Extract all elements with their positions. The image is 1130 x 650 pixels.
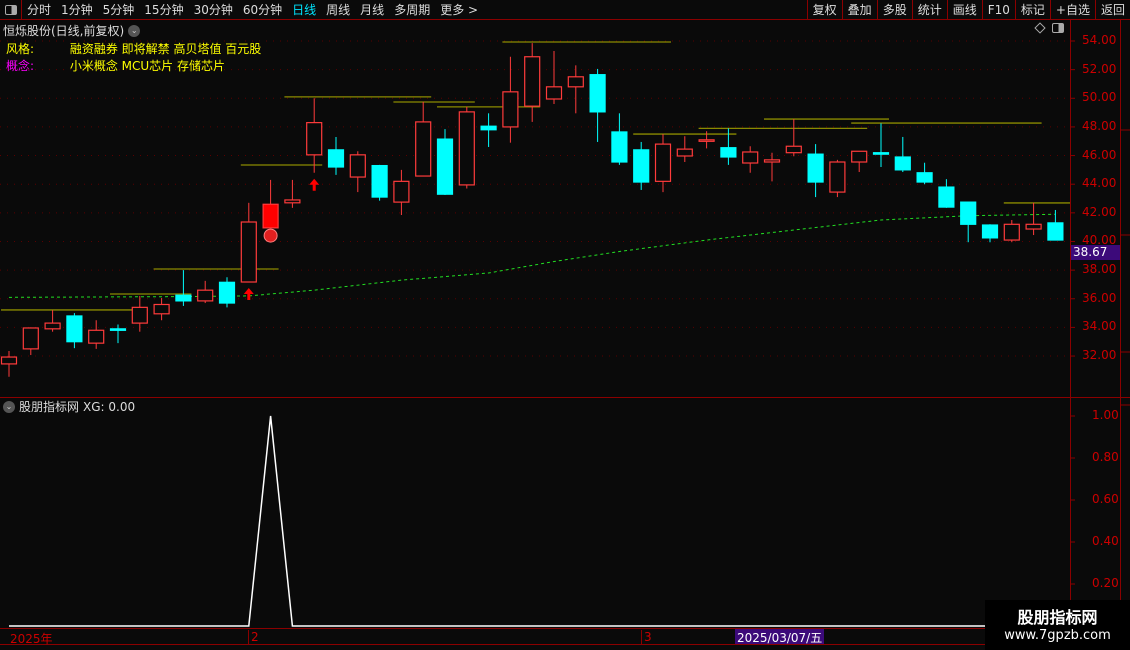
date-month-label: 3 — [641, 630, 652, 644]
price-tick-label: 42.00 — [1082, 204, 1117, 219]
candle-body — [611, 131, 628, 163]
candle-body — [415, 121, 432, 177]
price-tick-label: 50.00 — [1082, 90, 1117, 105]
indicator-readout: XG: 0.00 — [83, 399, 136, 414]
candle-body — [654, 143, 672, 182]
candle-body — [197, 289, 214, 302]
candle-body — [851, 150, 868, 163]
candle-body — [676, 148, 693, 157]
candle-body — [262, 203, 279, 229]
indicator-name: 股朋指标网 — [19, 400, 80, 414]
price-axis-border — [1070, 20, 1071, 630]
date-month-label: 2 — [248, 630, 259, 644]
candle-body — [480, 125, 497, 131]
candle-body — [742, 151, 759, 164]
side-strip-border — [1120, 20, 1121, 630]
indicator-tick-label: 0.80 — [1092, 450, 1119, 464]
candle-body — [349, 154, 366, 178]
chart-canvas[interactable] — [0, 0, 1130, 650]
watermark-name: 股朋指标网 — [1017, 608, 1098, 627]
candle-body — [633, 149, 650, 183]
candle-body — [938, 186, 955, 208]
current-price-label: 38.67 — [1071, 245, 1120, 260]
candle-body — [545, 86, 563, 100]
candle-body — [0, 356, 18, 365]
candle-body — [872, 152, 890, 155]
current-date-label: 2025/03/07/五 — [735, 629, 825, 645]
candle-body — [44, 322, 61, 330]
indicator-line — [9, 415, 1056, 627]
candle-body — [894, 156, 911, 171]
candle-body — [109, 328, 127, 331]
candle-body — [1025, 223, 1042, 230]
candle-body — [589, 74, 606, 113]
price-tick-label: 34.00 — [1082, 319, 1117, 334]
candle-body — [785, 145, 802, 154]
candle-body — [22, 327, 39, 350]
candle-body — [524, 56, 541, 107]
candle-body — [371, 164, 388, 198]
candle-body — [720, 147, 737, 158]
candle-body — [1047, 222, 1064, 241]
candle-body — [153, 303, 170, 315]
watermark: 股朋指标网 www.7gpzb.com — [985, 600, 1130, 650]
indicator-tick-label: 0.20 — [1092, 576, 1119, 590]
price-tick-label: 54.00 — [1082, 33, 1117, 47]
candle-body — [502, 91, 519, 128]
candle-body — [218, 281, 236, 304]
candle-body — [698, 139, 715, 142]
candle-body — [458, 111, 475, 186]
candle-body — [306, 122, 323, 156]
date-year-label: 2025年 — [10, 632, 53, 646]
up-arrow-icon — [309, 178, 320, 191]
candle-body — [175, 294, 192, 302]
date-axis: 2025年 2 3 2025/03/07/五 — [0, 628, 1070, 646]
candle-body — [981, 224, 999, 239]
price-tick-label: 32.00 — [1082, 348, 1117, 363]
price-tick-label: 38.00 — [1082, 262, 1117, 277]
candle-body — [829, 161, 846, 193]
candle-body — [66, 315, 83, 343]
candle-body — [763, 159, 781, 163]
indicator-tick-label: 0.60 — [1092, 492, 1119, 506]
badge-icon — [263, 228, 278, 243]
price-tick-label: 44.00 — [1082, 176, 1117, 191]
up-arrow-icon — [243, 288, 254, 301]
candle-body — [960, 201, 977, 225]
watermark-url: www.7gpzb.com — [1004, 628, 1111, 643]
price-tick-label: 52.00 — [1082, 61, 1117, 76]
candle-body — [1003, 223, 1020, 241]
candle-body — [567, 76, 584, 88]
indicator-tick-label: 0.40 — [1092, 534, 1119, 548]
panel-divider[interactable] — [0, 397, 1130, 398]
price-tick-label: 48.00 — [1082, 118, 1117, 133]
candle-body — [807, 153, 824, 183]
price-tick-label: 46.00 — [1082, 147, 1117, 162]
indicator-tick-label: 1.00 — [1092, 408, 1119, 422]
candle-body — [240, 221, 257, 283]
candle-body — [284, 199, 301, 204]
ma-line — [8, 213, 1056, 298]
candle-body — [131, 306, 148, 324]
candle-body — [327, 149, 345, 168]
price-tick-label: 36.00 — [1082, 290, 1117, 305]
candle-body — [916, 172, 933, 183]
candle-body — [88, 329, 105, 344]
indicator-title: ⌄ 股朋指标网 XG: 0.00 — [3, 398, 135, 415]
candle-body — [393, 180, 410, 203]
candle-body — [436, 138, 454, 195]
indicator-dropdown-icon[interactable]: ⌄ — [3, 400, 15, 413]
